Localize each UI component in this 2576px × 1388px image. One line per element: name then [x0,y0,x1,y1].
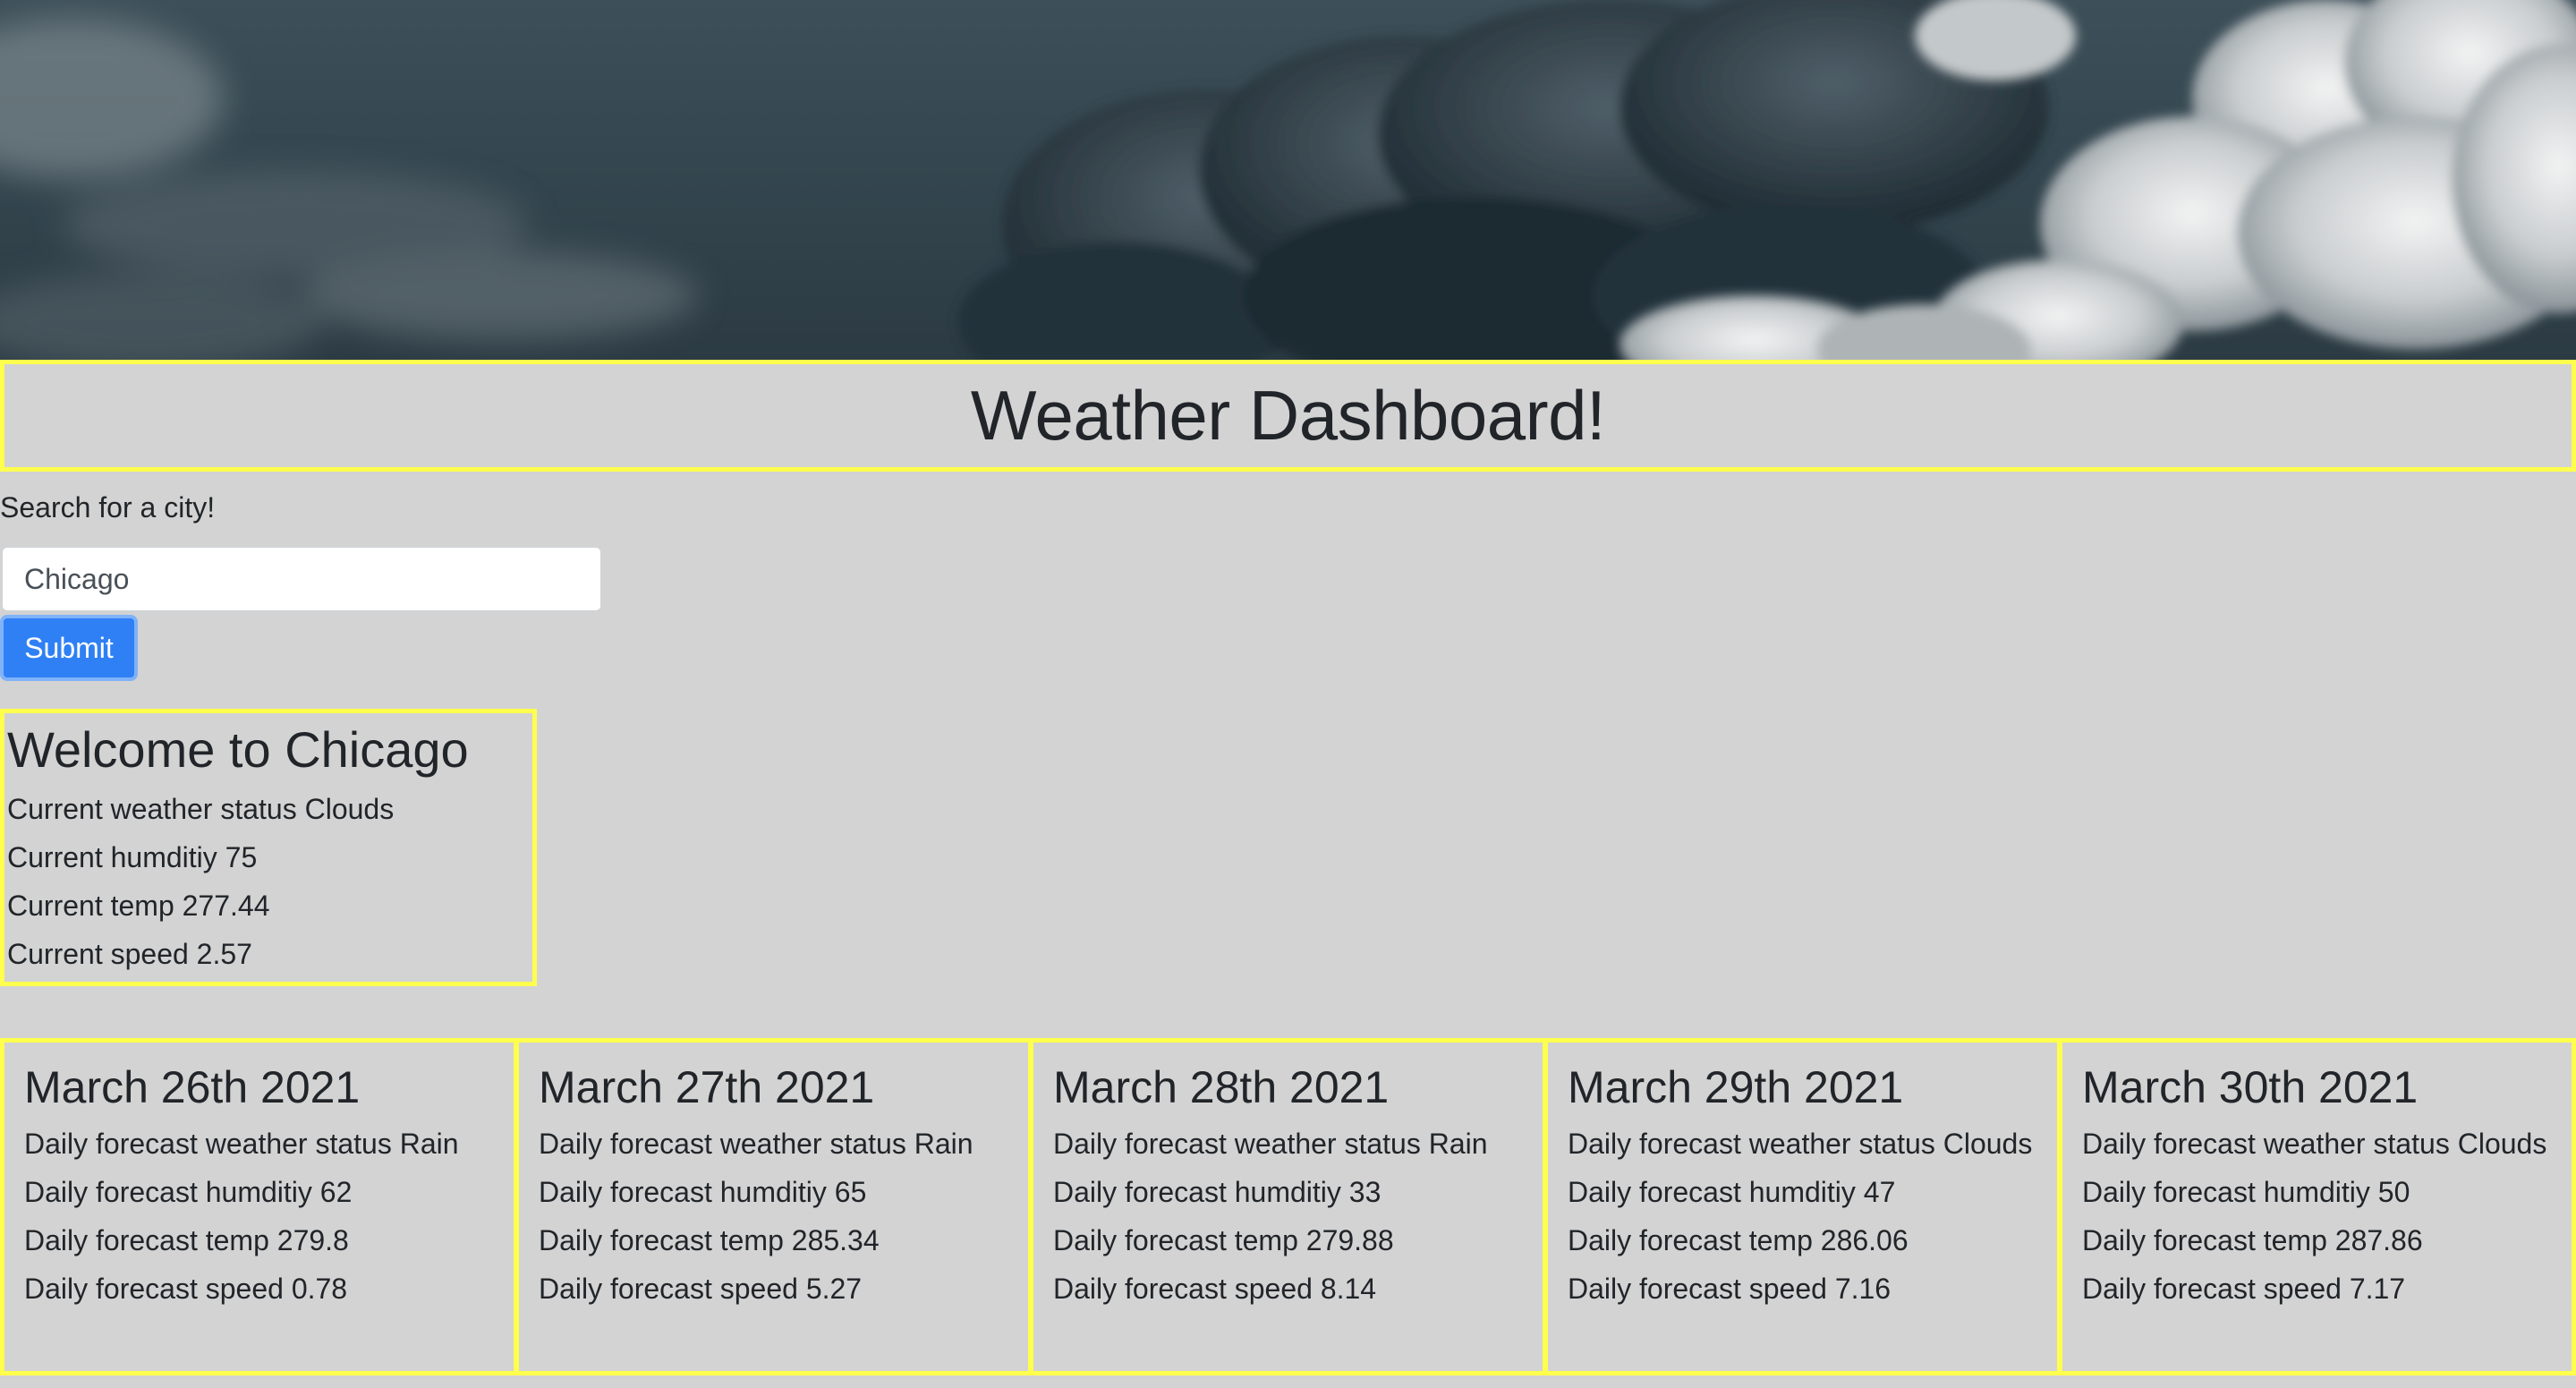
forecast-card: March 28th 2021 Daily forecast weather s… [1031,1038,1545,1375]
forecast-date: March 29th 2021 [1568,1062,1904,1112]
forecast-temp: Daily forecast temp 287.86 [2082,1223,2423,1256]
forecast-date: March 26th 2021 [24,1062,361,1112]
submit-button[interactable]: Submit [0,615,138,681]
forecast-temp: Daily forecast temp 285.34 [539,1223,880,1256]
forecast-temp: Daily forecast temp 279.88 [1053,1223,1394,1256]
forecast-temp: Daily forecast temp 286.06 [1568,1223,1909,1256]
current-weather-panel: Welcome to Chicago Current weather statu… [0,709,537,986]
forecast-row: March 26th 2021 Daily forecast weather s… [0,1038,2576,1375]
forecast-speed: Daily forecast speed 0.78 [24,1272,348,1305]
forecast-status: Daily forecast weather status Rain [24,1127,459,1160]
forecast-speed: Daily forecast speed 7.17 [2082,1272,2406,1305]
forecast-card: March 30th 2021 Daily forecast weather s… [2060,1038,2576,1375]
forecast-status: Daily forecast weather status Clouds [1568,1127,2033,1160]
search-label: Search for a city! [0,491,216,524]
forecast-speed: Daily forecast speed 5.27 [539,1272,863,1305]
forecast-humidity: Daily forecast humditiy 50 [2082,1175,2410,1208]
forecast-status: Daily forecast weather status Rain [539,1127,973,1160]
forecast-status: Daily forecast weather status Rain [1053,1127,1488,1160]
forecast-temp: Daily forecast temp 279.8 [24,1223,349,1256]
current-speed: Current speed 2.57 [7,937,252,970]
forecast-card: March 26th 2021 Daily forecast weather s… [0,1038,516,1375]
forecast-speed: Daily forecast speed 7.16 [1568,1272,1892,1305]
current-status: Current weather status Clouds [7,792,395,825]
forecast-status: Daily forecast weather status Clouds [2082,1127,2547,1160]
forecast-card: March 29th 2021 Daily forecast weather s… [1545,1038,2060,1375]
city-search-input[interactable] [2,547,601,611]
forecast-humidity: Daily forecast humditiy 62 [24,1175,353,1208]
current-city-title: Welcome to Chicago [7,721,469,778]
forecast-humidity: Daily forecast humditiy 33 [1053,1175,1382,1208]
cloud-image [0,0,2576,360]
forecast-speed: Daily forecast speed 8.14 [1053,1272,1377,1305]
current-temp: Current temp 277.44 [7,889,270,922]
current-humidity: Current humditiy 75 [7,840,258,873]
hero-cloud-banner [0,0,2576,360]
forecast-humidity: Daily forecast humditiy 65 [539,1175,867,1208]
forecast-date: March 30th 2021 [2082,1062,2419,1112]
forecast-date: March 27th 2021 [539,1062,875,1112]
forecast-humidity: Daily forecast humditiy 47 [1568,1175,1896,1208]
page-title: Weather Dashboard! [970,376,1606,455]
page-header: Weather Dashboard! [0,360,2576,472]
forecast-card: March 27th 2021 Daily forecast weather s… [516,1038,1031,1375]
forecast-date: March 28th 2021 [1053,1062,1390,1112]
